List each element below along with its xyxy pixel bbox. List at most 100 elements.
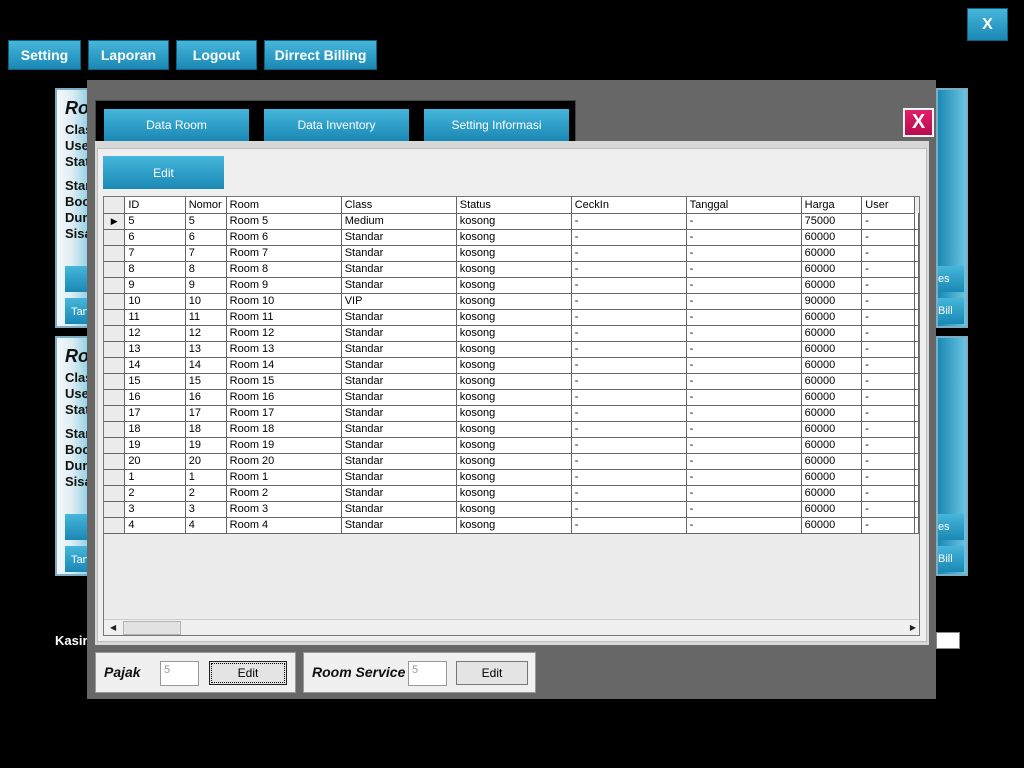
- cell-nomor[interactable]: 14: [185, 357, 227, 374]
- tab-data-room[interactable]: Data Room: [104, 109, 249, 141]
- cell-ceckin[interactable]: -: [571, 373, 687, 390]
- cell-ceckin[interactable]: -: [571, 229, 687, 246]
- cell-class[interactable]: Standar: [341, 501, 457, 518]
- cell-ceckin[interactable]: -: [571, 517, 687, 534]
- cell-tanggal[interactable]: -: [686, 293, 802, 310]
- table-row[interactable]: 10 10 Room 10 VIP kosong - -90000-: [104, 293, 919, 310]
- cell-harga[interactable]: 60000: [801, 405, 863, 422]
- cell-harga[interactable]: 90000: [801, 293, 863, 310]
- row-header[interactable]: [104, 245, 126, 262]
- cell-status[interactable]: kosong: [456, 405, 572, 422]
- cell-class[interactable]: Standar: [341, 437, 457, 454]
- row-header[interactable]: [104, 517, 126, 534]
- cell-user[interactable]: -: [861, 357, 915, 374]
- cell-room[interactable]: Room 8: [226, 261, 342, 278]
- cell-room[interactable]: Room 18: [226, 421, 342, 438]
- cell-user[interactable]: -: [861, 261, 915, 278]
- laporan-button[interactable]: Laporan: [88, 40, 169, 70]
- cell-tanggal[interactable]: -: [686, 405, 802, 422]
- cell-tanggal[interactable]: -: [686, 437, 802, 454]
- cell-tanggal[interactable]: -: [686, 261, 802, 278]
- row-header[interactable]: [104, 293, 126, 310]
- column-header-user[interactable]: User: [861, 197, 915, 214]
- cell-user[interactable]: -: [861, 501, 915, 518]
- cell-id[interactable]: 2: [124, 485, 186, 502]
- cell-id[interactable]: 6: [124, 229, 186, 246]
- cell-room[interactable]: Room 7: [226, 245, 342, 262]
- cell-tanggal[interactable]: -: [686, 517, 802, 534]
- pajak-input[interactable]: 5: [160, 661, 199, 686]
- cell-nomor[interactable]: 2: [185, 485, 227, 502]
- table-row[interactable]: 3 3 Room 3 Standar kosong - -60000-: [104, 501, 919, 518]
- cell-status[interactable]: kosong: [456, 389, 572, 406]
- cell-ceckin[interactable]: -: [571, 293, 687, 310]
- horizontal-scrollbar[interactable]: ◀ ▶: [104, 619, 919, 635]
- cell-status[interactable]: kosong: [456, 485, 572, 502]
- pajak-edit-button[interactable]: Edit: [209, 661, 287, 685]
- scroll-thumb[interactable]: [123, 621, 181, 635]
- cell-user[interactable]: -: [861, 517, 915, 534]
- cell-id[interactable]: 4: [124, 517, 186, 534]
- cell-status[interactable]: kosong: [456, 341, 572, 358]
- cell-nomor[interactable]: 4: [185, 517, 227, 534]
- cell-ceckin[interactable]: -: [571, 485, 687, 502]
- cell-status[interactable]: kosong: [456, 373, 572, 390]
- cell-class[interactable]: Standar: [341, 373, 457, 390]
- cell-user[interactable]: -: [861, 453, 915, 470]
- cell-tanggal[interactable]: -: [686, 389, 802, 406]
- room-card-button[interactable]: es: [938, 266, 964, 292]
- cell-user[interactable]: -: [861, 245, 915, 262]
- row-header[interactable]: [104, 437, 126, 454]
- cell-room[interactable]: Room 16: [226, 389, 342, 406]
- cell-user[interactable]: -: [861, 373, 915, 390]
- cell-ceckin[interactable]: -: [571, 309, 687, 326]
- cell-class[interactable]: Standar: [341, 245, 457, 262]
- cell-id[interactable]: 8: [124, 261, 186, 278]
- room-card-button[interactable]: Bill: [938, 298, 964, 324]
- cell-id[interactable]: 17: [124, 405, 186, 422]
- cell-harga[interactable]: 60000: [801, 277, 863, 294]
- cell-status[interactable]: kosong: [456, 277, 572, 294]
- cell-harga[interactable]: 60000: [801, 373, 863, 390]
- cell-tanggal[interactable]: -: [686, 245, 802, 262]
- cell-id[interactable]: 11: [124, 309, 186, 326]
- cell-ceckin[interactable]: -: [571, 261, 687, 278]
- cell-nomor[interactable]: 9: [185, 277, 227, 294]
- cell-status[interactable]: kosong: [456, 357, 572, 374]
- cell-nomor[interactable]: 5: [185, 213, 227, 230]
- table-row[interactable]: 12 12 Room 12 Standar kosong - -60000-: [104, 325, 919, 342]
- cell-id[interactable]: 13: [124, 341, 186, 358]
- cell-nomor[interactable]: 7: [185, 245, 227, 262]
- row-header[interactable]: [104, 485, 126, 502]
- room-card-button[interactable]: es: [938, 514, 964, 540]
- cell-tanggal[interactable]: -: [686, 373, 802, 390]
- cell-id[interactable]: 3: [124, 501, 186, 518]
- cell-status[interactable]: kosong: [456, 309, 572, 326]
- cell-tanggal[interactable]: -: [686, 341, 802, 358]
- cell-id[interactable]: 10: [124, 293, 186, 310]
- cell-id[interactable]: 7: [124, 245, 186, 262]
- row-header[interactable]: [104, 357, 126, 374]
- cell-room[interactable]: Room 20: [226, 453, 342, 470]
- row-header[interactable]: [104, 277, 126, 294]
- cell-status[interactable]: kosong: [456, 261, 572, 278]
- table-row[interactable]: 6 6 Room 6 Standar kosong - -60000-: [104, 229, 919, 246]
- cell-ceckin[interactable]: -: [571, 277, 687, 294]
- cell-id[interactable]: 5: [124, 213, 186, 230]
- cell-class[interactable]: Standar: [341, 325, 457, 342]
- cell-tanggal[interactable]: -: [686, 213, 802, 230]
- table-row[interactable]: 17 17 Room 17 Standar kosong - -60000-: [104, 405, 919, 422]
- cell-tanggal[interactable]: -: [686, 469, 802, 486]
- cell-harga[interactable]: 60000: [801, 517, 863, 534]
- column-header-ceckin[interactable]: CeckIn: [571, 197, 687, 214]
- cell-harga[interactable]: 75000: [801, 213, 863, 230]
- cell-tanggal[interactable]: -: [686, 485, 802, 502]
- cell-room[interactable]: Room 14: [226, 357, 342, 374]
- cell-user[interactable]: -: [861, 341, 915, 358]
- cell-tanggal[interactable]: -: [686, 309, 802, 326]
- cell-nomor[interactable]: 1: [185, 469, 227, 486]
- cell-harga[interactable]: 60000: [801, 341, 863, 358]
- direct-billing-button[interactable]: Dirrect Billing: [264, 40, 377, 70]
- cell-nomor[interactable]: 17: [185, 405, 227, 422]
- cell-class[interactable]: Standar: [341, 277, 457, 294]
